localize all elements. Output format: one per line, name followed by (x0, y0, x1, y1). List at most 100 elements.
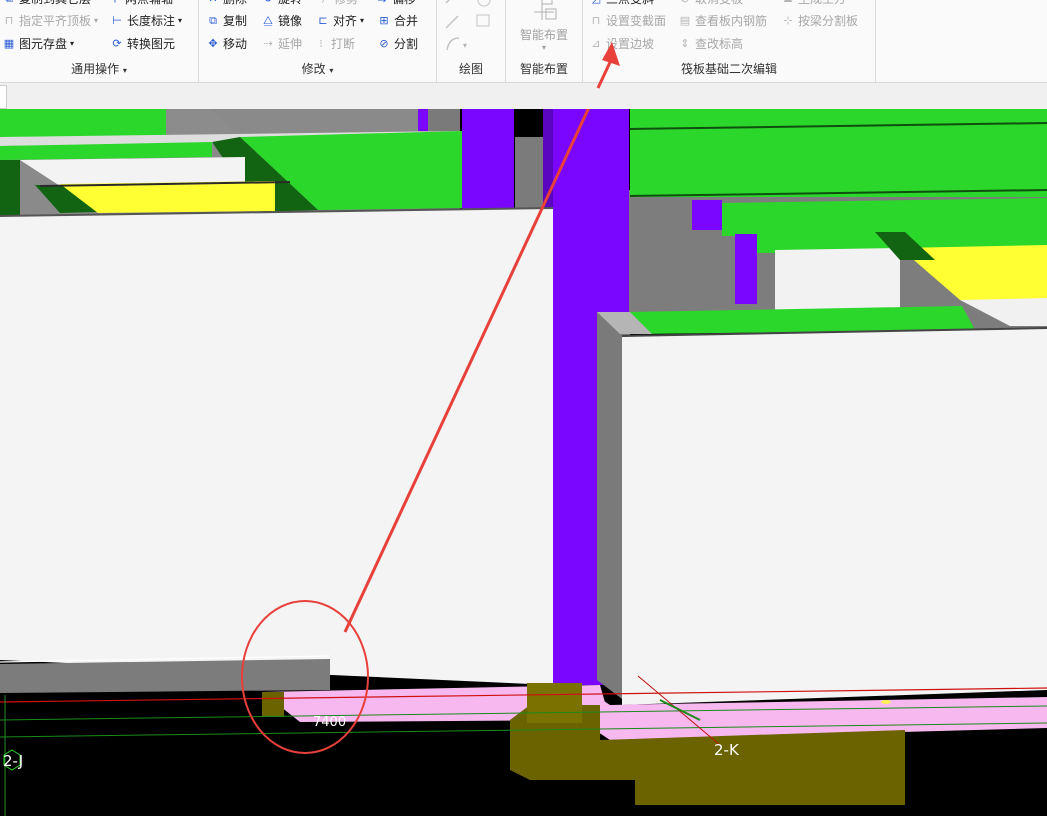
edge-slope-icon: ⊿ (591, 37, 601, 50)
group-draw: ▾ 绘图 (437, 0, 506, 82)
dimension-icon: ⊢ (112, 14, 122, 27)
circle-tool-icon[interactable] (477, 0, 491, 7)
convert-icon: ⟳ (112, 37, 122, 50)
merge-icon: ⊞ (379, 14, 389, 27)
dropdown-arrow-icon: ▾ (463, 41, 467, 50)
two-point-axis-button[interactable]: ⊹ 两点辅轴 (108, 0, 173, 8)
dropdown-arrow-icon: ▾ (329, 66, 334, 75)
dropdown-arrow-icon: ▾ (360, 16, 365, 25)
document-tab[interactable] (0, 85, 7, 109)
save-element-button[interactable]: ▦ 图元存盘 ▾ (2, 35, 74, 53)
foundation-block (600, 730, 905, 805)
polyline-tool-icon[interactable] (445, 15, 459, 29)
axis-icon: ⊹ (108, 0, 122, 6)
opening-face (775, 248, 900, 312)
white-wall (622, 328, 1047, 705)
purple-column (462, 109, 514, 209)
mirror-button[interactable]: ⧋ 镜像 (261, 12, 302, 30)
dropdown-arrow-icon: ▾ (94, 16, 99, 25)
trim-icon: / (317, 0, 331, 6)
draw-tools: ▾ (445, 0, 491, 51)
break-icon: ⁝ (319, 37, 323, 50)
offset-icon: ⇉ (375, 0, 389, 6)
generate-earthwork-button[interactable]: ⛰ 生成土方 (781, 0, 846, 8)
elevation-icon: ⇕ (680, 37, 690, 50)
extend-icon: ⇢ (263, 37, 273, 50)
align-top-slab-button[interactable]: ⊓ 指定平齐顶板 ▾ (2, 12, 98, 30)
group-label-smart-layout: 智能布置 (519, 62, 568, 76)
foundation-block (262, 692, 284, 717)
rotate-button[interactable]: ↻ 旋转 (261, 0, 302, 8)
dropdown-arrow-icon: ▾ (541, 43, 546, 52)
delete-button[interactable]: ✕ 删除 (206, 0, 247, 8)
cancel-slab-change-button[interactable]: ⊘ 取消变板 (678, 0, 743, 8)
delete-icon: ✕ (206, 0, 220, 6)
three-point-slope-button[interactable]: ◿ 三点变斜 (589, 0, 654, 8)
opening-face (20, 157, 245, 186)
align-icon: ⊏ (318, 14, 328, 27)
copy-floor-icon: ⧉ (2, 0, 16, 6)
copy-to-other-floor-button[interactable]: ⧉ 复制到其它层 (2, 0, 91, 8)
ribbon-toolbar: ⧉ 复制到其它层 ⊹ 两点辅轴 ⊓ 指定平齐顶板 ▾ ⊢ 长度标注 ▾ ▦ 图元… (0, 0, 1047, 83)
earthwork-icon: ⛰ (781, 0, 795, 6)
slope-icon: ◿ (589, 0, 603, 6)
view-slab-rebar-button[interactable]: ▤ 查看板内钢筋 (678, 12, 767, 30)
rect-tool-icon[interactable] (476, 14, 490, 27)
group-modify: ✕ 删除 ↻ 旋转 / 修剪 ⇉ 偏移 ⧉ 复制 ⧋ 镜像 ⊏ (199, 0, 437, 82)
length-dimension-button[interactable]: ⊢ 长度标注 ▾ (110, 12, 182, 30)
dropdown-arrow-icon: ▾ (122, 66, 127, 75)
smart-layout-icon (534, 0, 557, 20)
check-elevation-button[interactable]: ⇕ 查改标高 (678, 35, 743, 53)
set-variable-section-button[interactable]: ⊓ 设置变截面 (589, 12, 666, 30)
group-raft-secondary-edit: ◿ 三点变斜 ⊘ 取消变板 ⛰ 生成土方 ⊓ 设置变截面 ▤ 查看板内钢筋 ⊹ … (583, 0, 876, 82)
green-beam (0, 109, 166, 137)
move-button[interactable]: ✥ 移动 (206, 35, 247, 53)
align-button[interactable]: ⊏ 对齐 ▾ (316, 12, 364, 30)
green-beam (722, 198, 1047, 236)
cancel-slab-icon: ⊘ (678, 0, 692, 6)
group-smart-layout: 智能布置 ▾ 智能布置 (506, 0, 583, 82)
purple-column (418, 109, 428, 131)
set-edge-slope-button[interactable]: ⊿ 设置边坡 (589, 35, 654, 53)
dimension-label: 7400 (313, 715, 347, 730)
line-tool-icon[interactable] (445, 0, 453, 4)
group-label-modify[interactable]: 修改 ▾ (199, 60, 436, 77)
dropdown-arrow-icon: ▾ (178, 16, 183, 25)
green-beam (630, 127, 1047, 197)
split-button[interactable]: ⊘ 分割 (377, 35, 418, 53)
dropdown-arrow-icon: ▾ (70, 39, 75, 48)
copy-button[interactable]: ⧉ 复制 (206, 12, 247, 30)
align-top-icon: ⊓ (4, 14, 14, 27)
document-tab-strip (0, 83, 1047, 109)
offset-button[interactable]: ⇉ 偏移 (375, 0, 416, 8)
trim-button[interactable]: / 修剪 (317, 0, 358, 8)
rotate-icon: ↻ (261, 0, 275, 6)
split-slab-by-beam-button[interactable]: ⊹ 按梁分割板 (781, 12, 858, 30)
mirror-icon: ⧋ (263, 14, 273, 27)
break-button[interactable]: ⁝ 打断 (314, 35, 355, 53)
marker-dot (881, 700, 891, 704)
rebar-icon: ▤ (679, 14, 691, 27)
white-wall (0, 208, 553, 685)
green-beam-shadow (0, 160, 20, 215)
group-general-ops: ⧉ 复制到其它层 ⊹ 两点辅轴 ⊓ 指定平齐顶板 ▾ ⊢ 长度标注 ▾ ▦ 图元… (0, 0, 199, 82)
smart-layout-button[interactable]: 智能布置 ▾ (510, 0, 578, 56)
model-scene (0, 109, 1047, 816)
merge-button[interactable]: ⊞ 合并 (377, 12, 418, 30)
move-icon: ✥ (208, 37, 218, 50)
convert-element-button[interactable]: ⟳ 转换图元 (110, 35, 175, 53)
group-label-raft-secondary-edit: 筏板基础二次编辑 (680, 62, 777, 76)
3d-model-viewport[interactable]: 7400 2-J 2-K (0, 109, 1047, 816)
extend-button[interactable]: ⇢ 延伸 (261, 35, 302, 53)
split-icon: ⊘ (379, 37, 389, 50)
group-label-general-ops[interactable]: 通用操作 ▾ (0, 60, 198, 77)
split-slab-icon: ⊹ (783, 14, 793, 27)
axis-label-2j: 2-J (3, 752, 24, 770)
arc-tool-icon[interactable] (446, 37, 460, 51)
axis-label-2k: 2-K (714, 741, 739, 759)
purple-column (692, 200, 722, 230)
save-element-icon: ▦ (3, 37, 15, 50)
variable-section-icon: ⊓ (591, 14, 601, 27)
group-label-draw: 绘图 (458, 62, 483, 76)
purple-column (735, 234, 757, 304)
